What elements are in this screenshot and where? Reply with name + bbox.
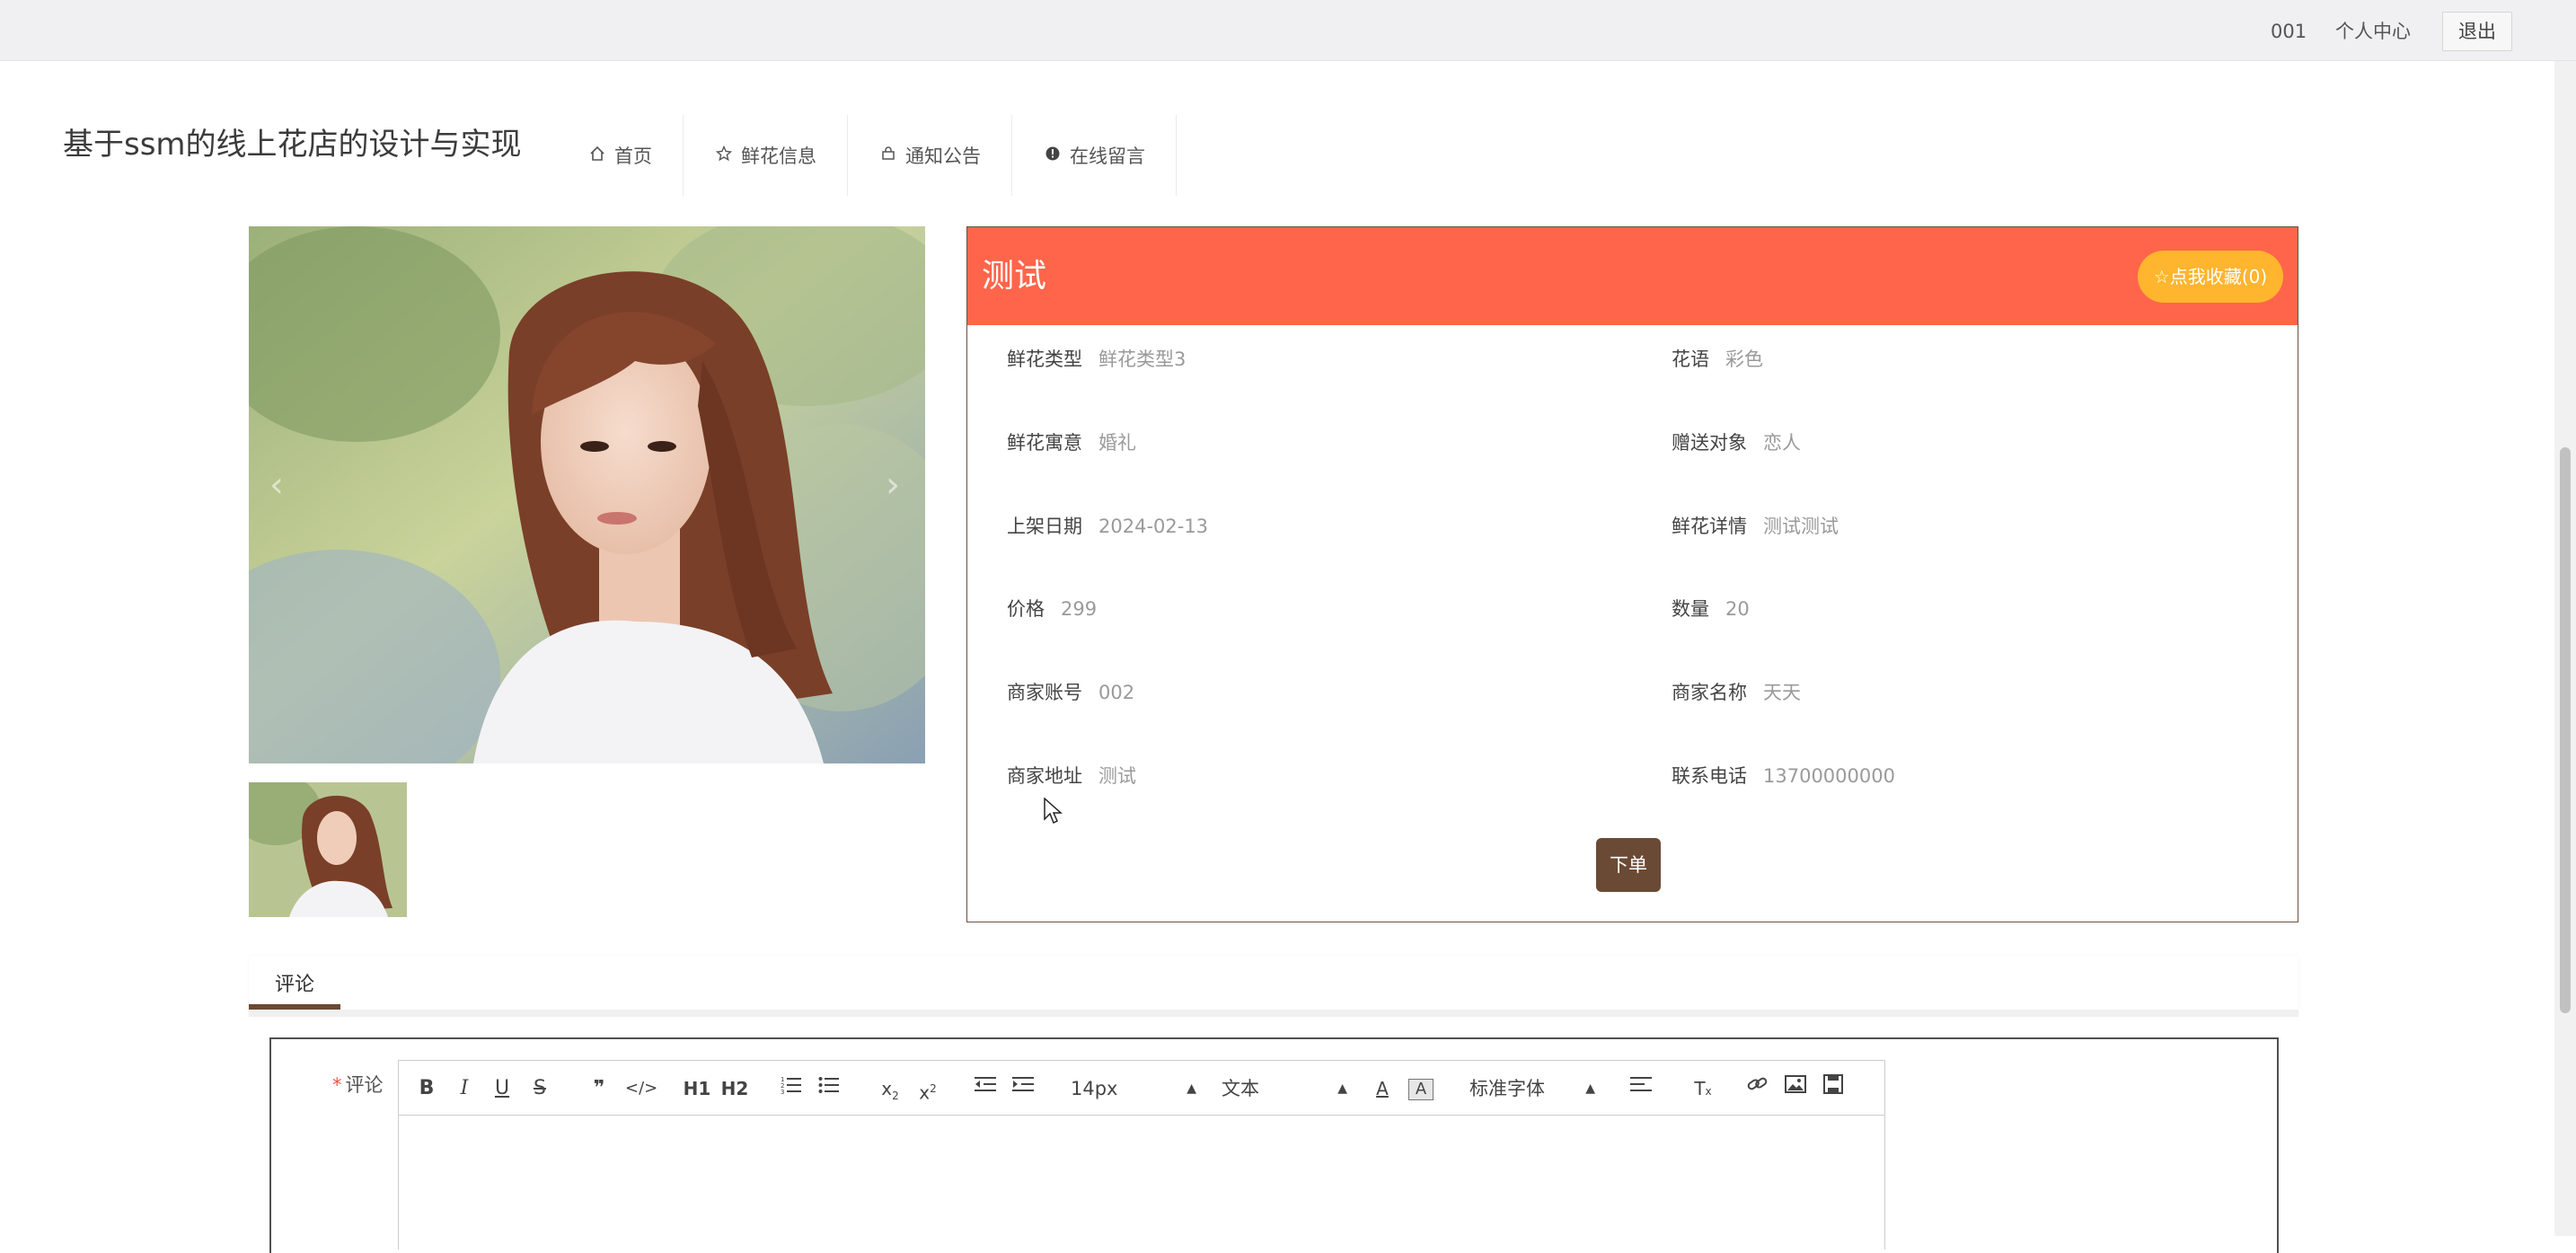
- field-merchant-account: 商家账号 002: [1007, 682, 1135, 703]
- site-title: 基于ssm的线上花店的设计与实现: [63, 127, 522, 163]
- tab-comment[interactable]: 评论: [249, 956, 340, 1010]
- header-format-select[interactable]: 文本 ▲: [1222, 1073, 1347, 1104]
- required-mark: *: [332, 1074, 342, 1096]
- user-center-link[interactable]: 个人中心: [2335, 18, 2411, 45]
- comment-label: * 评论: [332, 1074, 384, 1096]
- nav-item-label: 首页: [614, 146, 652, 167]
- page-scrollbar[interactable]: [2554, 61, 2576, 1236]
- outdent-icon[interactable]: [974, 1073, 997, 1104]
- font-size-select[interactable]: 14px ▲: [1071, 1073, 1196, 1104]
- ordered-list-icon[interactable]: 123: [780, 1073, 803, 1104]
- italic-icon[interactable]: I: [453, 1073, 476, 1104]
- product-main-image: [249, 226, 925, 763]
- editor-toolbar: B I U S ❞ </> H1 H2 123 x2 x2 14px ▲ 文本 ▲ …: [398, 1060, 1885, 1116]
- field-flower-type: 鲜花类型 鲜花类型3: [1007, 349, 1187, 370]
- field-flower-meaning: 鲜花寓意 婚礼: [1007, 432, 1136, 454]
- font-family-select[interactable]: 标准字体 ▲: [1469, 1073, 1595, 1104]
- comment-editor[interactable]: [398, 1115, 1885, 1249]
- field-listing-date: 上架日期 2024-02-13: [1007, 516, 1209, 537]
- underline-icon[interactable]: U: [490, 1073, 514, 1104]
- field-merchant-name: 商家名称 天天: [1672, 682, 1801, 703]
- nav-item-label: 在线留言: [1070, 146, 1145, 167]
- username-label: 001: [2271, 21, 2307, 42]
- field-contact-phone: 联系电话 13700000000: [1672, 765, 1895, 787]
- logout-button[interactable]: 退出: [2442, 12, 2512, 51]
- bold-icon[interactable]: B: [415, 1073, 438, 1104]
- align-icon[interactable]: [1629, 1073, 1653, 1104]
- carousel-prev-arrow[interactable]: ‹: [269, 467, 284, 503]
- text-color-icon[interactable]: A: [1371, 1073, 1394, 1104]
- nav-item-notices[interactable]: 通知公告: [848, 115, 1012, 196]
- top-bar: 001 个人中心 退出: [0, 0, 2576, 61]
- select-caret-icon: ▲: [1187, 1081, 1196, 1096]
- bullet-list-icon[interactable]: [817, 1073, 841, 1104]
- alert-circle-icon: [1043, 146, 1063, 166]
- field-price: 价格 299: [1007, 598, 1098, 620]
- link-icon[interactable]: [1746, 1073, 1769, 1104]
- bag-icon: [878, 146, 898, 166]
- field-merchant-address: 商家地址 测试: [1007, 765, 1136, 787]
- select-caret-icon: ▲: [1585, 1081, 1595, 1096]
- nav-item-messages[interactable]: 在线留言: [1012, 115, 1177, 196]
- image-icon[interactable]: [1784, 1073, 1807, 1104]
- select-caret-icon: ▲: [1337, 1081, 1347, 1096]
- tabs-bar: 评论: [249, 956, 2298, 1017]
- blockquote-icon[interactable]: ❞: [587, 1073, 611, 1104]
- main-nav: 首页 鲜花信息 通知公告 在线留言: [557, 115, 1177, 196]
- product-header: 测试 ☆点我收藏(0): [967, 227, 2298, 325]
- svg-text:3: 3: [781, 1089, 784, 1094]
- carousel-next-arrow[interactable]: ›: [886, 467, 900, 503]
- mouse-cursor-icon: [1044, 797, 1063, 828]
- field-quantity: 数量 20: [1672, 598, 1750, 620]
- nav-item-label: 通知公告: [905, 146, 981, 167]
- clear-format-icon[interactable]: Tx: [1690, 1073, 1716, 1104]
- indent-icon[interactable]: [1011, 1073, 1035, 1104]
- nav-item-label: 鲜花信息: [741, 146, 816, 167]
- superscript-icon[interactable]: x2: [914, 1073, 941, 1104]
- video-icon[interactable]: [1822, 1073, 1845, 1104]
- product-name: 测试: [982, 258, 1047, 295]
- nav-item-home[interactable]: 首页: [557, 115, 684, 196]
- scrollbar-thumb[interactable]: [2560, 447, 2571, 1013]
- home-icon: [587, 146, 607, 166]
- product-thumbnail[interactable]: [249, 782, 407, 917]
- header2-icon[interactable]: H2: [720, 1073, 749, 1104]
- header1-icon[interactable]: H1: [683, 1073, 711, 1104]
- favorite-button[interactable]: ☆点我收藏(0): [2138, 251, 2283, 303]
- subscript-icon[interactable]: x2: [877, 1073, 904, 1104]
- field-flower-language: 花语 彩色: [1672, 349, 1763, 370]
- product-info-panel: 测试 ☆点我收藏(0) 鲜花类型 鲜花类型3 花语 彩色 鲜花寓意 婚礼 赠送对象 恋人…: [966, 226, 2298, 922]
- background-color-icon[interactable]: A: [1408, 1079, 1434, 1100]
- strikethrough-icon[interactable]: S: [528, 1073, 551, 1104]
- field-flower-details: 鲜花详情 测试测试: [1672, 516, 1839, 537]
- code-block-icon[interactable]: </>: [625, 1073, 657, 1104]
- order-button[interactable]: 下单: [1596, 838, 1661, 892]
- field-recipient: 赠送对象 恋人: [1672, 432, 1801, 454]
- star-icon: [714, 145, 734, 166]
- nav-item-flowers[interactable]: 鲜花信息: [684, 115, 848, 196]
